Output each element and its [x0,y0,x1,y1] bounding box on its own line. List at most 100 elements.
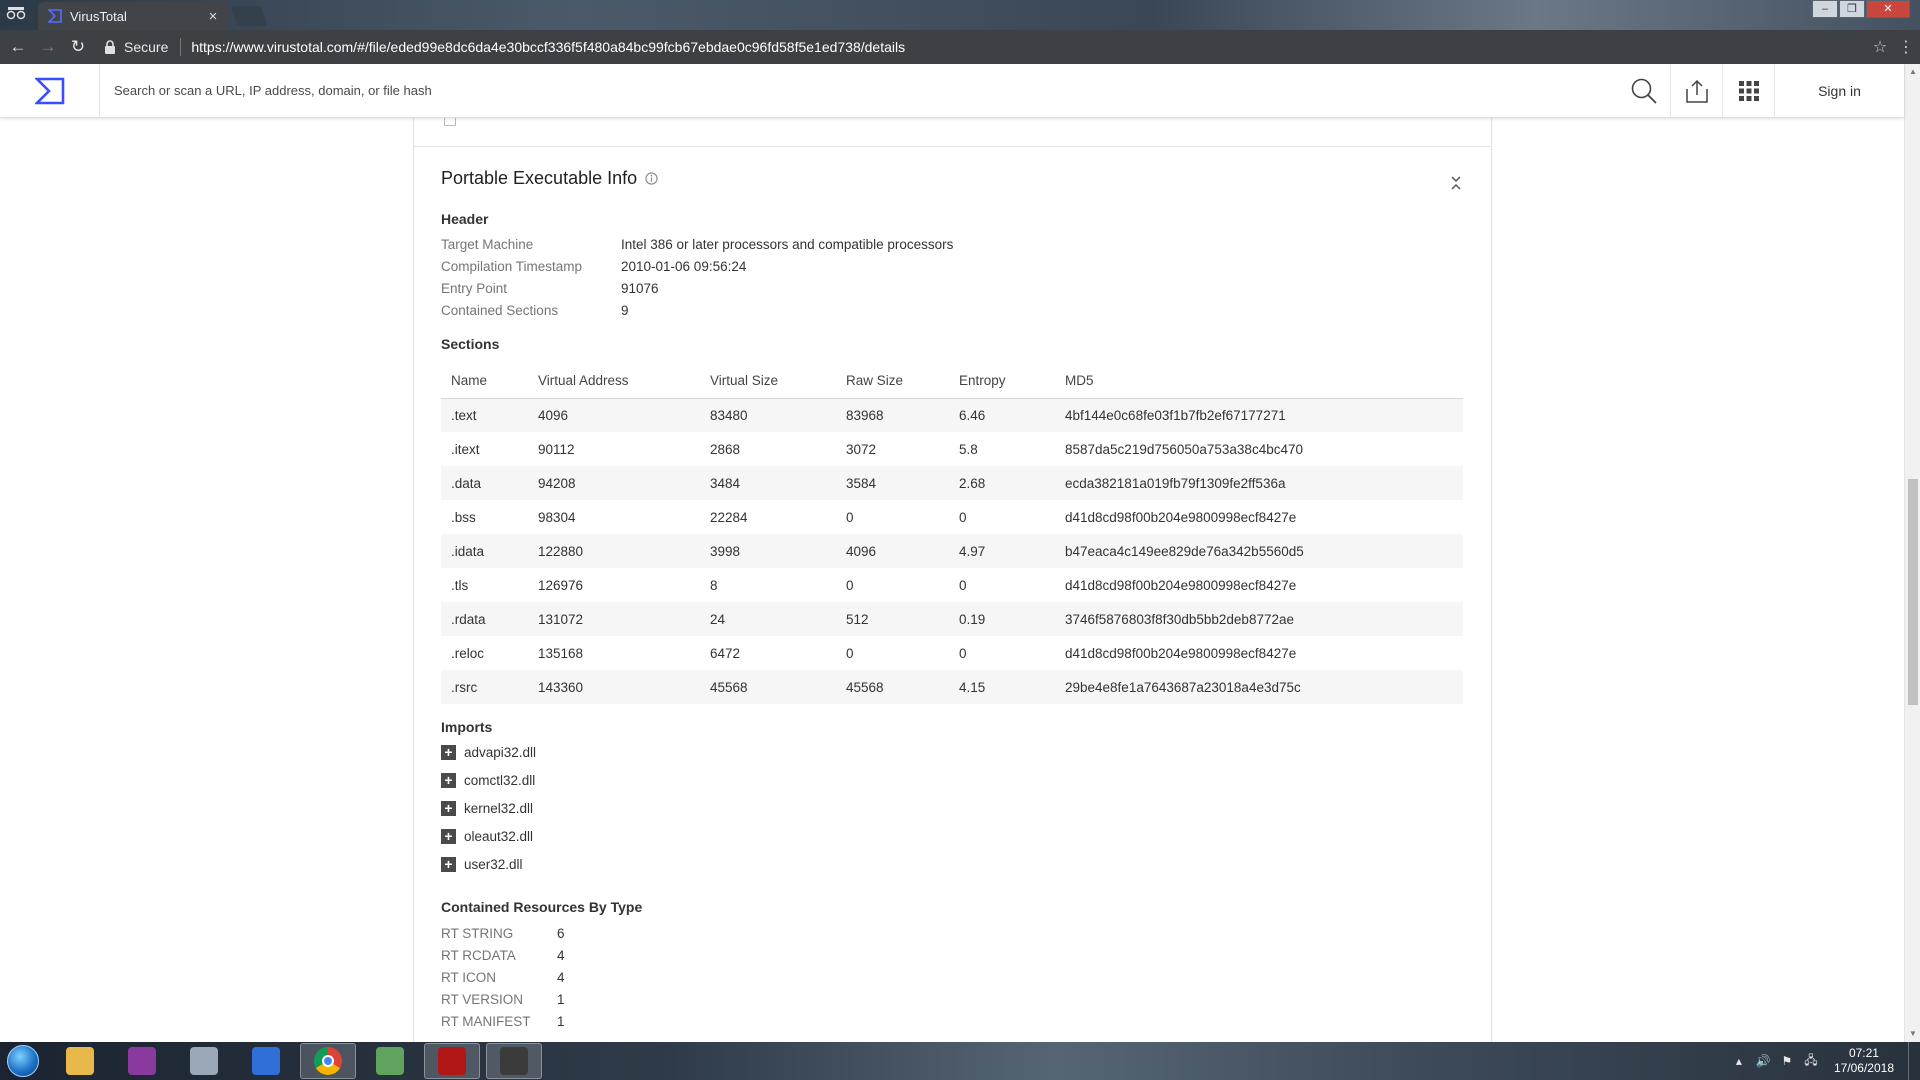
minimize-button[interactable]: – [1812,0,1838,18]
upload-icon [1685,79,1708,103]
cell-name: .rsrc [441,670,528,704]
gpu-tweak-icon [438,1047,466,1075]
table-header-row: Name Virtual Address Virtual Size Raw Si… [441,364,1463,399]
expand-plus-icon[interactable]: + [441,745,456,760]
volume-icon[interactable]: 🔊 [1754,1054,1772,1068]
browser-tab-strip: VirusTotal × – ❐ ✕ [0,0,1920,30]
import-name: kernel32.dll [464,801,534,816]
browser-tab-virustotal[interactable]: VirusTotal × [38,2,230,30]
cell-name: .tls [451,577,469,593]
cell-virtual-size: 3484 [700,466,836,500]
table-row: .rdata 131072 24 512 0.19 3746f5876803f8… [441,602,1463,636]
taskbar-app-winrar[interactable] [114,1043,170,1079]
cell-raw-size: 0 [846,645,854,661]
cell-virtual-address: 98304 [538,509,576,525]
reload-icon[interactable]: ↻ [66,37,90,57]
section-title-text: Portable Executable Info [441,168,638,188]
cell-entropy: 4.15 [949,670,1055,704]
browser-menu-icon[interactable]: ⋮ [1892,37,1920,57]
cell-virtual-size: 3998 [700,534,836,568]
cell-virtual-size: 22284 [710,509,748,525]
sign-in-button[interactable]: Sign in [1774,64,1904,117]
cell-md5: b47eaca4c149ee829de76a342b5560d5 [1055,534,1463,568]
new-tab-button[interactable] [230,6,268,26]
cell-raw-size: 3584 [836,466,949,500]
scroll-down-arrow-icon[interactable]: ▼ [1905,1026,1920,1042]
malwarebytes-icon [252,1047,280,1075]
address-bar[interactable]: Secure https://www.virustotal.com/#/file… [104,34,1858,60]
cell-virtual-address: 4096 [528,398,700,432]
import-item-user32[interactable]: + user32.dll [441,857,523,872]
taskbar-app-gpu-tweak[interactable] [424,1043,480,1079]
apps-grid-button[interactable] [1722,64,1774,117]
cell-md5: 3746f5876803f8f30db5bb2deb8772ae [1055,602,1463,636]
search-input[interactable] [112,82,1618,99]
tab-close-icon[interactable]: × [206,8,220,25]
scroll-thumb[interactable] [1908,479,1918,705]
import-item-kernel32[interactable]: + kernel32.dll [441,801,533,816]
show-desktop-button[interactable] [1908,1042,1920,1080]
network-icon[interactable]: 🖧 [1802,1051,1820,1072]
cell-virtual-size: 8 [710,577,718,593]
chrome-icon [314,1047,342,1075]
expand-plus-icon[interactable]: + [441,801,456,816]
expand-plus-icon[interactable]: + [441,829,456,844]
forward-arrow-icon[interactable]: → [36,37,60,57]
resource-type: RT STRING [441,926,514,941]
start-button[interactable] [0,1042,46,1080]
previous-section-checkbox [444,118,456,126]
column-header-virtual-size: Virtual Size [700,364,836,399]
resource-count: 1 [557,1014,565,1029]
cell-md5: 29be4e8fe1a7643687a23018a4e3d75c [1055,670,1463,704]
scroll-up-arrow-icon[interactable]: ▲ [1905,64,1920,80]
collapse-icon[interactable] [1449,174,1463,192]
incognito-icon [6,6,26,24]
cell-virtual-size: 6472 [710,645,741,661]
resource-count: 6 [557,926,565,941]
cell-virtual-address: 122880 [528,534,700,568]
import-item-advapi32[interactable]: + advapi32.dll [441,745,536,760]
virustotal-logo-icon[interactable] [0,64,100,117]
restore-button[interactable]: ❐ [1839,0,1865,18]
expand-plus-icon[interactable]: + [441,773,456,788]
taskbar-app-task-manager[interactable] [362,1043,418,1079]
search-icon [1631,78,1657,104]
file-explorer-icon [66,1047,94,1075]
import-item-comctl32[interactable]: + comctl32.dll [441,773,535,788]
import-item-oleaut32[interactable]: + oleaut32.dll [441,829,533,844]
resource-rt-string: RT STRING 6 [441,926,565,941]
taskbar-app-malwarebytes[interactable] [238,1043,294,1079]
field-contained-sections: Contained Sections 9 [441,303,629,318]
taskbar-app-keyboard-app[interactable] [176,1043,232,1079]
search-button[interactable] [1618,64,1670,117]
cell-name: .bss [451,509,476,525]
taskbar-app-chrome[interactable] [300,1043,356,1079]
resource-count: 4 [557,948,565,963]
expand-plus-icon[interactable]: + [441,857,456,872]
taskbar-app-file-explorer[interactable] [52,1043,108,1079]
action-center-flag-icon[interactable]: ⚑ [1778,1054,1796,1068]
field-compilation-timestamp: Compilation Timestamp 2010-01-06 09:56:2… [441,259,746,274]
back-arrow-icon[interactable]: ← [6,37,30,57]
cell-raw-size: 0 [846,577,854,593]
window-controls: – ❐ ✕ [1811,0,1910,18]
close-window-button[interactable]: ✕ [1866,0,1910,18]
clock[interactable]: 07:21 17/06/2018 [1834,1046,1894,1076]
bookmark-star-icon[interactable]: ☆ [1868,37,1892,57]
page-scrollbar[interactable]: ▲ ▼ [1904,64,1920,1042]
taskbar-app-afterburner[interactable] [486,1043,542,1079]
url-text[interactable]: https://www.virustotal.com/#/file/eded99… [191,39,1858,55]
import-name: advapi32.dll [464,745,537,760]
tray-expand-icon[interactable]: ▴ [1730,1054,1748,1068]
cell-raw-size: 45568 [836,670,949,704]
address-separator [180,38,182,56]
upload-button[interactable] [1670,64,1722,117]
table-row: .itext 90112 2868 3072 5.8 8587da5c219d7… [441,432,1463,466]
cell-virtual-address: 94208 [528,466,700,500]
cell-virtual-address: 135168 [538,645,584,661]
cell-entropy: 4.97 [949,534,1055,568]
table-row: .data 94208 3484 3584 2.68 ecda382181a01… [441,466,1463,500]
info-icon[interactable] [645,172,658,185]
table-row: .bss 98304 22284 0 0 d41d8cd98f00b204e98… [441,500,1463,534]
cell-entropy: 6.46 [949,398,1055,432]
